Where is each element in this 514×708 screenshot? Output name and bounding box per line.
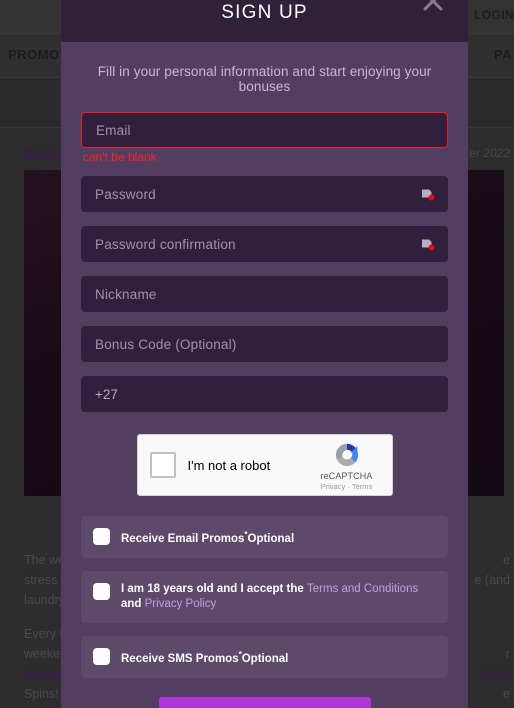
recaptcha-label: I'm not a robot (187, 457, 271, 473)
email-promos-label: Receive Email Promos*Optional (121, 527, 294, 547)
email-error-message: can't be blank (83, 150, 157, 164)
age-terms-text-mid: and (121, 597, 145, 610)
balloon-link[interactable]: loon (484, 664, 510, 684)
password-confirmation-visibility-icon[interactable] (420, 237, 435, 252)
recaptcha-terms-link[interactable]: Terms (352, 482, 372, 491)
sms-promos-text: Receive SMS Promos (121, 652, 239, 665)
sms-promos-checkbox[interactable] (93, 647, 110, 665)
terms-and-conditions-link[interactable]: Terms and Conditions (307, 583, 418, 595)
recaptcha-container: I'm not a robot reCAPTCHA Privacy · Term… (81, 434, 448, 496)
age-terms-label: I am 18 years old and I accept the Terms… (121, 582, 436, 612)
sms-promos-label: Receive SMS Promos*Optional (121, 647, 288, 667)
recaptcha-widget[interactable]: I'm not a robot reCAPTCHA Privacy · Term… (136, 434, 393, 496)
para2-line2-right: r (505, 647, 510, 661)
email-promos-checkbox[interactable] (93, 528, 110, 545)
megaways-link[interactable]: Megaw (24, 667, 66, 681)
checkbox-row-age-terms[interactable]: I am 18 years old and I accept the Terms… (81, 570, 448, 623)
email-field[interactable]: Email (81, 112, 448, 148)
checkbox-row-sms-promos[interactable]: Receive SMS Promos*Optional (81, 635, 448, 678)
bonus-code-field[interactable]: Bonus Code (Optional) (81, 326, 448, 362)
app-root: LOGIN PROMOT UB PA Back to er 2022 The w… (0, 0, 514, 708)
login-button[interactable]: LOGIN (474, 8, 514, 22)
sms-promos-optional: Optional (241, 652, 289, 665)
signup-modal: SIGN UP Fill in your personal informatio… (61, 0, 468, 708)
close-icon[interactable] (420, 0, 446, 14)
phone-value: +27 (95, 386, 118, 402)
recaptcha-privacy-link[interactable]: Privacy (321, 482, 346, 491)
recaptcha-brand: reCAPTCHA Privacy · Terms (312, 440, 382, 491)
recaptcha-logo-icon (335, 443, 358, 467)
age-terms-text-start: I am 18 years old and I accept the (121, 582, 307, 595)
modal-header: SIGN UP (61, 0, 468, 42)
para2-line4-right: e (503, 687, 510, 701)
nav-item-pay[interactable]: PA (494, 47, 512, 62)
password-field[interactable]: Password (81, 176, 448, 212)
recaptcha-brand-name: reCAPTCHA (320, 471, 373, 481)
modal-title: SIGN UP (221, 2, 308, 23)
para1-line1-right: e (503, 553, 510, 567)
password-confirmation-placeholder: Password confirmation (95, 236, 236, 252)
bonus-code-placeholder: Bonus Code (Optional) (95, 336, 237, 352)
signup-submit-button[interactable]: SIGN UP (158, 696, 371, 708)
password-placeholder: Password (95, 186, 156, 202)
modal-subtitle: Fill in your personal information and st… (97, 64, 432, 94)
phone-field[interactable]: +27 (81, 376, 448, 412)
checkbox-row-email-promos[interactable]: Receive Email Promos*Optional (81, 516, 448, 558)
email-placeholder: Email (96, 122, 131, 138)
recaptcha-checkbox[interactable] (149, 452, 176, 478)
password-confirmation-field[interactable]: Password confirmation (81, 226, 448, 262)
password-visibility-icon[interactable] (420, 187, 435, 202)
para1-line3: laundry (24, 593, 65, 607)
age-terms-checkbox[interactable] (93, 582, 110, 600)
recaptcha-separator: · (347, 482, 350, 491)
privacy-policy-link[interactable]: Privacy Policy (145, 598, 217, 610)
para1-line2-right: e (and (474, 573, 510, 587)
modal-body: Fill in your personal information and st… (61, 42, 468, 708)
article-date: er 2022 (469, 146, 510, 160)
nav-item-promotions[interactable]: PROMOT (8, 47, 68, 62)
para2-line4: Spins! (24, 687, 59, 701)
recaptcha-legal: Privacy · Terms (312, 482, 382, 491)
email-promos-optional: Optional (247, 532, 295, 545)
nickname-field[interactable]: Nickname (81, 276, 448, 312)
nickname-placeholder: Nickname (95, 286, 157, 302)
email-promos-text: Receive Email Promos (121, 532, 245, 545)
